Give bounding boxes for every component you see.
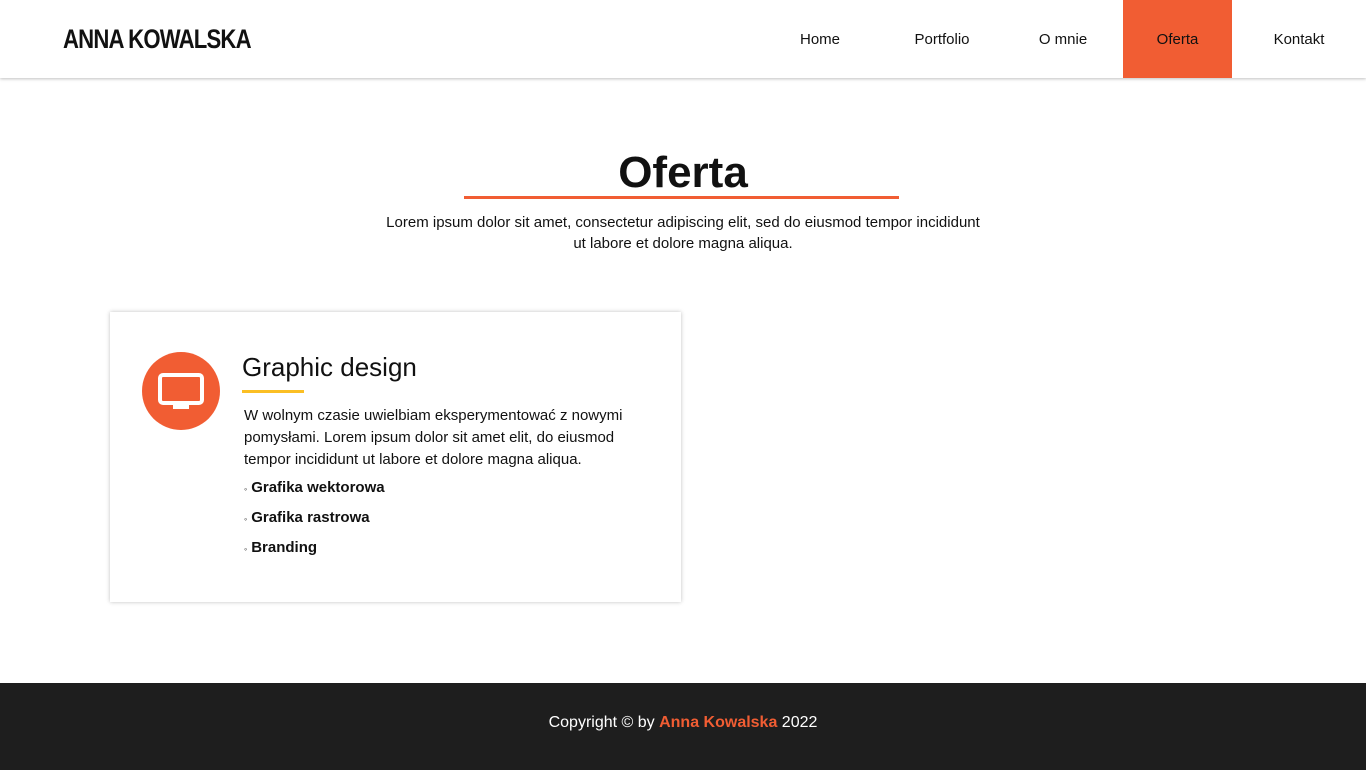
- bullet-icon: ◦: [244, 514, 248, 524]
- nav-o-mnie[interactable]: O mnie: [1003, 0, 1123, 78]
- bullet-icon: ◦: [244, 484, 248, 494]
- nav-kontakt[interactable]: Kontakt: [1232, 0, 1366, 78]
- list-item: ◦ Grafika wektorowa: [244, 479, 385, 496]
- card-text: W wolnym czasie uwielbiam eksperymentowa…: [244, 407, 623, 468]
- site-footer: Copyright © by Anna Kowalska 2022: [0, 683, 1366, 770]
- card-list: ◦ Grafika wektorowa ◦ Grafika rastrowa ◦ Br…: [244, 479, 385, 569]
- page-lead: Lorem ipsum dolor sit amet, consectetur …: [386, 214, 980, 252]
- monitor-icon: [142, 352, 220, 430]
- bullet-icon: ◦: [244, 544, 248, 554]
- logo[interactable]: ANNA KOWALSKA: [63, 24, 252, 55]
- site-header: ANNA KOWALSKA Home Portfolio O mnie Ofer…: [0, 0, 1366, 78]
- list-item: ◦ Branding: [244, 539, 318, 556]
- page-title: Oferta: [618, 148, 748, 197]
- list-item: ◦ Grafika rastrowa: [244, 509, 370, 526]
- title-underline: [464, 196, 899, 199]
- copyright-name: Anna Kowalska: [659, 714, 778, 731]
- nav-home[interactable]: Home: [759, 0, 881, 78]
- copyright-year: 2022: [777, 714, 818, 731]
- copyright-prefix: Copyright © by: [548, 714, 660, 731]
- nav-oferta[interactable]: Oferta: [1123, 0, 1232, 78]
- nav-portfolio[interactable]: Portfolio: [881, 0, 1003, 78]
- service-card-graphic-design: Graphic design W wolnym czasie uwielbiam…: [110, 312, 681, 602]
- card-title-underline: [242, 390, 304, 393]
- main-nav: Home Portfolio O mnie Oferta Kontakt: [759, 0, 1366, 78]
- card-title: Graphic design: [242, 352, 417, 382]
